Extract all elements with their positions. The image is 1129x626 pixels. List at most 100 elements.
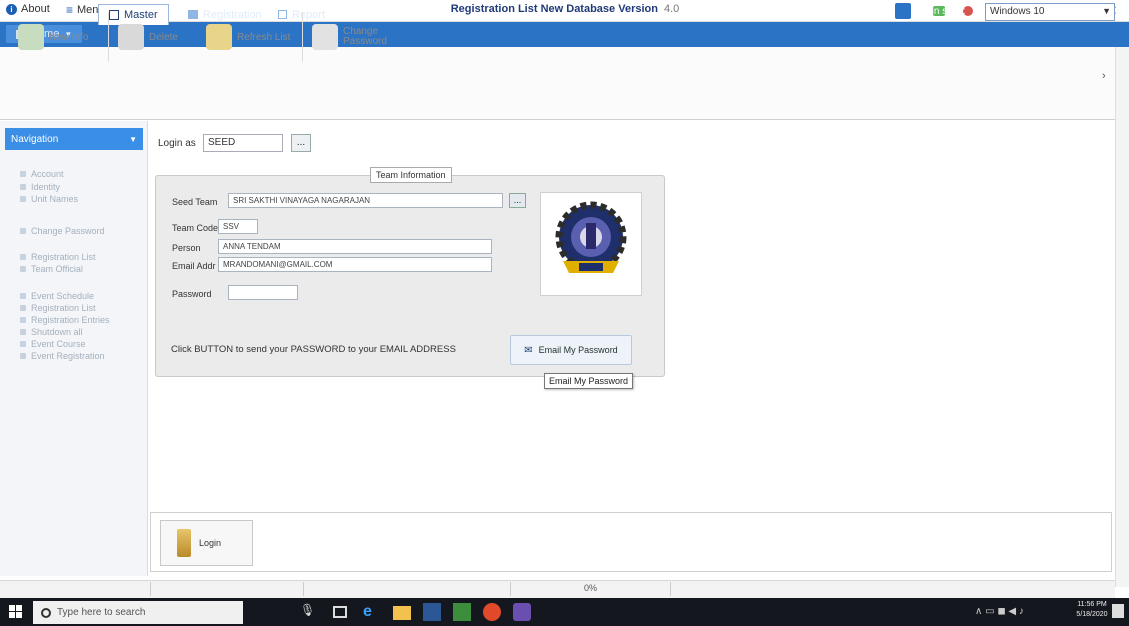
skin-style-select[interactable]: Windows 10 ▼ (985, 3, 1115, 21)
email-my-password-label: Email My Password (538, 345, 618, 355)
login-as-label: Login as (158, 138, 196, 149)
person-field[interactable]: ANNA TENDAM (218, 239, 492, 254)
app-version: 4.0 (663, 3, 680, 15)
item-icon (20, 265, 26, 272)
status-divider (303, 582, 304, 596)
window-title: Registration List New Database Version 4.… (380, 3, 750, 15)
registration-app-icon[interactable] (513, 603, 531, 621)
file-explorer-icon[interactable] (393, 606, 411, 620)
chevron-down-icon: ▼ (1102, 6, 1111, 16)
sidebar-item[interactable]: Registration List (20, 251, 96, 262)
taskbar-search-placeholder: Type here to search (57, 607, 146, 618)
sidebar-item-label: Change Password (31, 225, 105, 236)
sidebar-item-label: Registration List (31, 251, 96, 262)
sidebar-item[interactable]: Registration Entries (20, 314, 110, 325)
add-record-icon (18, 24, 44, 50)
person-label: Person (172, 243, 201, 253)
windows-start-icon[interactable] (9, 605, 22, 618)
sidebar-item[interactable]: Shutdown all (20, 326, 83, 337)
sidebar-item-label: Unit Names (31, 193, 79, 204)
sidebar-item-label: Event Course (31, 338, 86, 349)
status-divider (670, 582, 671, 596)
door-login-icon (177, 529, 191, 557)
cortana-circle-icon (41, 607, 51, 618)
team-code-label: Team Code (172, 223, 219, 233)
new-info-button[interactable]: New Info (18, 18, 88, 56)
password-field[interactable] (228, 285, 298, 300)
sidebar-item-label: Registration Entries (31, 314, 110, 325)
status-progress-text: 0% (584, 583, 598, 593)
ribbon-divider (108, 12, 109, 62)
chevron-down-icon: ▼ (129, 134, 137, 144)
hamburger-icon: ≡ (66, 3, 74, 17)
delete-label: Delete (149, 31, 178, 43)
grid-icon (188, 10, 198, 19)
sidebar-item[interactable]: Event Schedule (20, 290, 94, 301)
system-tray-icons[interactable]: ∧ ▭ ◼ ◀ ♪ (975, 606, 1024, 617)
item-icon (20, 292, 26, 299)
status-bar (0, 580, 1115, 598)
sidebar-item[interactable]: Unit Names (20, 193, 78, 204)
email-my-password-button[interactable]: ✉ Email My Password (510, 335, 632, 365)
email-address-label: Email Addr (172, 261, 216, 271)
ribbon-collapse-button[interactable]: › (1102, 70, 1116, 96)
sidebar-item-label: Account (31, 168, 64, 179)
email-address-field[interactable]: MRANDOMANI@GMAIL.COM (218, 257, 492, 272)
login-button[interactable]: Login (160, 520, 253, 566)
clock-time: 11:56 PM (1077, 601, 1107, 608)
pin-icon[interactable] (895, 3, 911, 19)
item-icon (20, 183, 26, 190)
email-instruction-text: Click BUTTON to send your PASSWORD to yo… (171, 344, 456, 355)
key-icon (312, 24, 338, 50)
edge-browser-icon[interactable]: e (363, 603, 381, 621)
right-scroll-strip[interactable] (1115, 47, 1129, 587)
sidebar-item-label: Registration List (31, 302, 96, 313)
seed-team-field[interactable]: SRI SAKTHI VINAYAGA NAGARAJAN (228, 193, 503, 208)
team-code-field[interactable]: SSV (218, 219, 258, 234)
sidebar-item-label: Event Schedule (31, 290, 95, 301)
refresh-list-label: Refresh List (237, 31, 291, 43)
refresh-icon (206, 24, 232, 50)
change-password-label: Change Password (343, 26, 387, 47)
sidebar-item[interactable]: Registration List (20, 302, 96, 313)
sidebar-item[interactable]: Event Registration (20, 350, 105, 361)
bottom-action-panel (150, 512, 1112, 572)
email-button-tooltip: Email My Password (544, 373, 634, 389)
chrome-icon[interactable] (483, 603, 501, 621)
team-logo (540, 192, 642, 296)
taskbar-clock[interactable]: 11:56 PM 5/18/2020 (1074, 600, 1110, 620)
ribbon-divider (302, 12, 303, 62)
item-icon (20, 170, 26, 177)
item-icon (20, 304, 26, 311)
item-icon (20, 328, 26, 335)
password-label: Password (172, 289, 212, 299)
change-password-button[interactable]: Change Password (312, 18, 393, 56)
refresh-list-button[interactable]: Refresh List (206, 18, 290, 56)
status-divider (510, 582, 511, 596)
excel-icon[interactable] (453, 603, 471, 621)
sidebar-item[interactable]: Team Official (20, 263, 83, 274)
sidebar-item[interactable]: Change Password (20, 225, 105, 236)
delete-button[interactable]: Delete (118, 18, 178, 56)
sidebar-item[interactable]: Identity (20, 181, 60, 192)
about-button[interactable]: i About (6, 3, 50, 15)
app-title: Registration List New Database Version (450, 3, 658, 15)
microphone-icon[interactable]: 🎙 (300, 603, 318, 621)
about-label: About (21, 3, 50, 15)
item-icon (20, 352, 26, 359)
task-view-icon[interactable] (333, 606, 347, 618)
delete-icon (118, 24, 144, 50)
taskbar-search-box[interactable]: Type here to search (33, 601, 243, 624)
notification-icon[interactable] (1112, 604, 1124, 618)
sidebar-item[interactable]: Account (20, 168, 64, 179)
word-icon[interactable] (423, 603, 441, 621)
sidebar-item[interactable]: Event Course (20, 338, 86, 349)
login-as-field[interactable]: SEED (203, 134, 283, 152)
login-as-lookup-button[interactable]: ... (291, 134, 311, 152)
item-icon (20, 195, 26, 202)
seed-team-lookup-button[interactable]: ... (509, 193, 526, 208)
sidebar-header[interactable]: Navigation ▼ (5, 128, 143, 150)
sidebar-item-label: Identity (31, 181, 61, 192)
emblem-logo-icon (555, 201, 627, 273)
team-information-legend: Team Information (370, 167, 452, 183)
